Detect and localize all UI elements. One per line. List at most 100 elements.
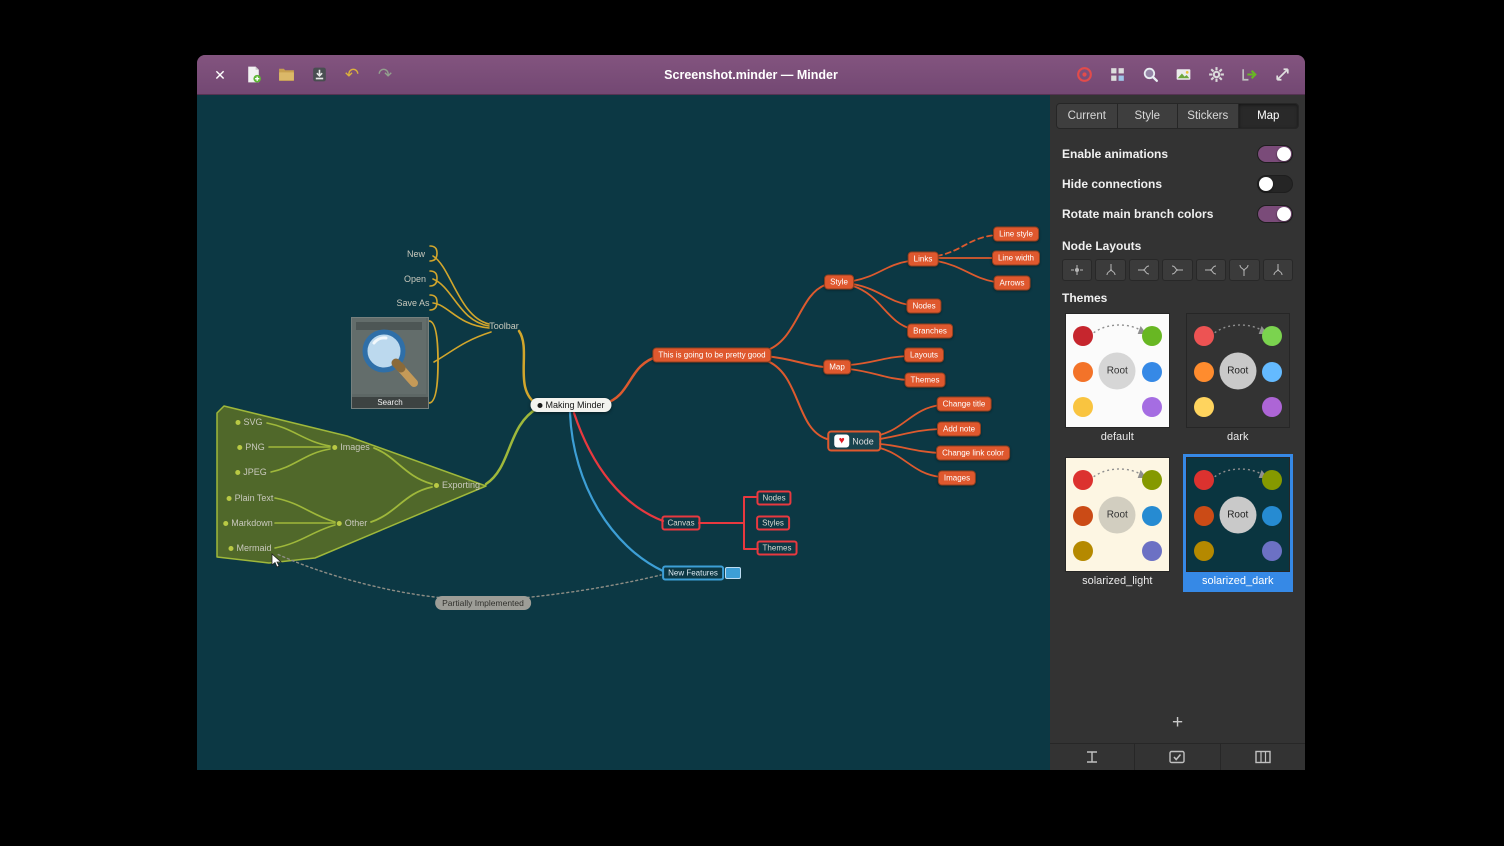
footer-image-button[interactable] (1135, 744, 1220, 770)
theme-color-dot (1142, 362, 1162, 382)
node-open[interactable]: Open (404, 274, 426, 284)
node-bullet (228, 546, 233, 551)
grid-export-button[interactable] (1104, 62, 1130, 88)
theme-dark[interactable]: Rootdark (1186, 313, 1291, 445)
node-layouts[interactable]: Layouts (904, 348, 944, 363)
node-themes[interactable]: Themes (905, 373, 946, 388)
node-links[interactable]: Links (908, 252, 939, 267)
tab-stickers[interactable]: Stickers (1178, 104, 1239, 128)
minder-window: Screenshot.minder — Minder ✕↶↷ Making Mi… (197, 55, 1305, 770)
node-line-width[interactable]: Line width (992, 251, 1040, 266)
node-new[interactable]: New (407, 249, 425, 259)
node-new-features[interactable]: New Features (662, 566, 724, 581)
layout-vertical-icon (1105, 262, 1117, 278)
layout-downwards-button[interactable] (1263, 259, 1293, 281)
node-change-link-color[interactable]: Change link color (936, 446, 1010, 461)
image-check-icon (1167, 750, 1187, 764)
theme-default[interactable]: Rootdefault (1065, 313, 1170, 445)
focus-button[interactable] (1071, 62, 1097, 88)
layout-manual-button[interactable] (1062, 259, 1092, 281)
node-add-note[interactable]: Add note (937, 422, 981, 437)
node-themes-2[interactable]: Themes (757, 541, 798, 556)
theme-color-dot (1262, 470, 1282, 490)
footer-align-button[interactable] (1050, 744, 1135, 770)
node-making-minder[interactable]: Making Minder (530, 398, 611, 412)
zoom-icon (1141, 65, 1160, 84)
tab-style[interactable]: Style (1118, 104, 1179, 128)
image-export-button[interactable] (1170, 62, 1196, 88)
node-pretty-good[interactable]: This is going to be pretty good (652, 348, 771, 363)
node-search-image[interactable]: Search (351, 317, 429, 409)
node-mermaid[interactable]: Mermaid (228, 543, 271, 553)
node-nodes[interactable]: Nodes (906, 299, 941, 314)
fullscreen-button[interactable] (1269, 62, 1295, 88)
theme-solarized_light[interactable]: Rootsolarized_light (1065, 457, 1170, 589)
footer-grid-button[interactable] (1221, 744, 1305, 770)
layout-upwards-button[interactable] (1229, 259, 1259, 281)
toggle-enable-animations[interactable] (1257, 145, 1293, 163)
save-icon (310, 65, 329, 84)
node-plain-text[interactable]: Plain Text (227, 493, 274, 503)
redo-button[interactable]: ↷ (372, 62, 398, 88)
theme-color-dot (1194, 326, 1214, 346)
node-bullet (235, 420, 240, 425)
open-folder-icon (277, 65, 296, 84)
node-style[interactable]: Style (824, 275, 854, 290)
new-document-button[interactable] (240, 62, 266, 88)
node-images-2[interactable]: Images (938, 471, 976, 486)
grid-columns-icon (1253, 750, 1273, 764)
undo-button[interactable]: ↶ (339, 62, 365, 88)
node-line-style[interactable]: Line style (993, 227, 1039, 242)
mouse-cursor (271, 553, 283, 568)
add-theme-button[interactable]: + (1166, 712, 1189, 733)
node-partially-implemented[interactable]: Partially Implemented (435, 596, 531, 610)
layout-to-left-button[interactable] (1162, 259, 1192, 281)
node-heart[interactable]: ♥Node (827, 431, 881, 452)
settings-button[interactable] (1203, 62, 1229, 88)
node-jpeg[interactable]: JPEG (235, 467, 267, 477)
theme-solarized_dark[interactable]: Root solarized_dark (1186, 457, 1291, 589)
node-png[interactable]: PNG (237, 442, 265, 452)
toggle-hide-connections[interactable] (1257, 175, 1293, 193)
node-other[interactable]: Other (337, 518, 368, 528)
toggle-rotate-main-branch-colors[interactable] (1257, 205, 1293, 223)
mindmap-canvas[interactable]: Making Minder Toolbar New Open Save As Searc… (197, 95, 1050, 770)
node-change-title[interactable]: Change title (937, 397, 992, 412)
node-bullet (537, 403, 542, 408)
save-button[interactable] (306, 62, 332, 88)
zoom-button[interactable] (1137, 62, 1163, 88)
layout-horizontal-button[interactable] (1129, 259, 1159, 281)
node-markdown[interactable]: Markdown (223, 518, 273, 528)
mindmap-edges (197, 95, 1050, 770)
node-svg[interactable]: SVG (235, 417, 262, 427)
heart-icon: ♥ (834, 435, 849, 448)
share-button[interactable] (1236, 62, 1262, 88)
layout-to-left-icon (1169, 264, 1185, 276)
layout-to-right-button[interactable] (1196, 259, 1226, 281)
open-folder-button[interactable] (273, 62, 299, 88)
node-branches[interactable]: Branches (907, 324, 953, 339)
grid-export-icon (1108, 65, 1127, 84)
node-map[interactable]: Map (823, 360, 851, 375)
node-canvas[interactable]: Canvas (661, 516, 700, 531)
close-button[interactable]: ✕ (207, 62, 233, 88)
node-save-as[interactable]: Save As (396, 298, 429, 308)
sidebar-footer (1050, 743, 1305, 770)
node-bullet (235, 470, 240, 475)
tab-map[interactable]: Map (1239, 104, 1299, 128)
theme-preview: Root (1186, 313, 1291, 428)
theme-color-dot (1073, 397, 1093, 417)
tab-current[interactable]: Current (1057, 104, 1118, 128)
node-toolbar[interactable]: Toolbar (489, 321, 519, 331)
node-styles-2[interactable]: Styles (756, 516, 790, 531)
headerbar-right-actions (1071, 62, 1295, 88)
node-exporting[interactable]: Exporting (434, 480, 480, 490)
theme-name-label: solarized_dark (1186, 572, 1291, 589)
node-images[interactable]: Images (332, 442, 370, 452)
theme-root-node: Root (1219, 496, 1256, 533)
node-arrows[interactable]: Arrows (994, 276, 1031, 291)
note-chip-icon[interactable] (725, 567, 741, 579)
node-nodes-2[interactable]: Nodes (756, 491, 791, 506)
layout-vertical-button[interactable] (1095, 259, 1125, 281)
layout-manual-icon (1069, 264, 1085, 276)
